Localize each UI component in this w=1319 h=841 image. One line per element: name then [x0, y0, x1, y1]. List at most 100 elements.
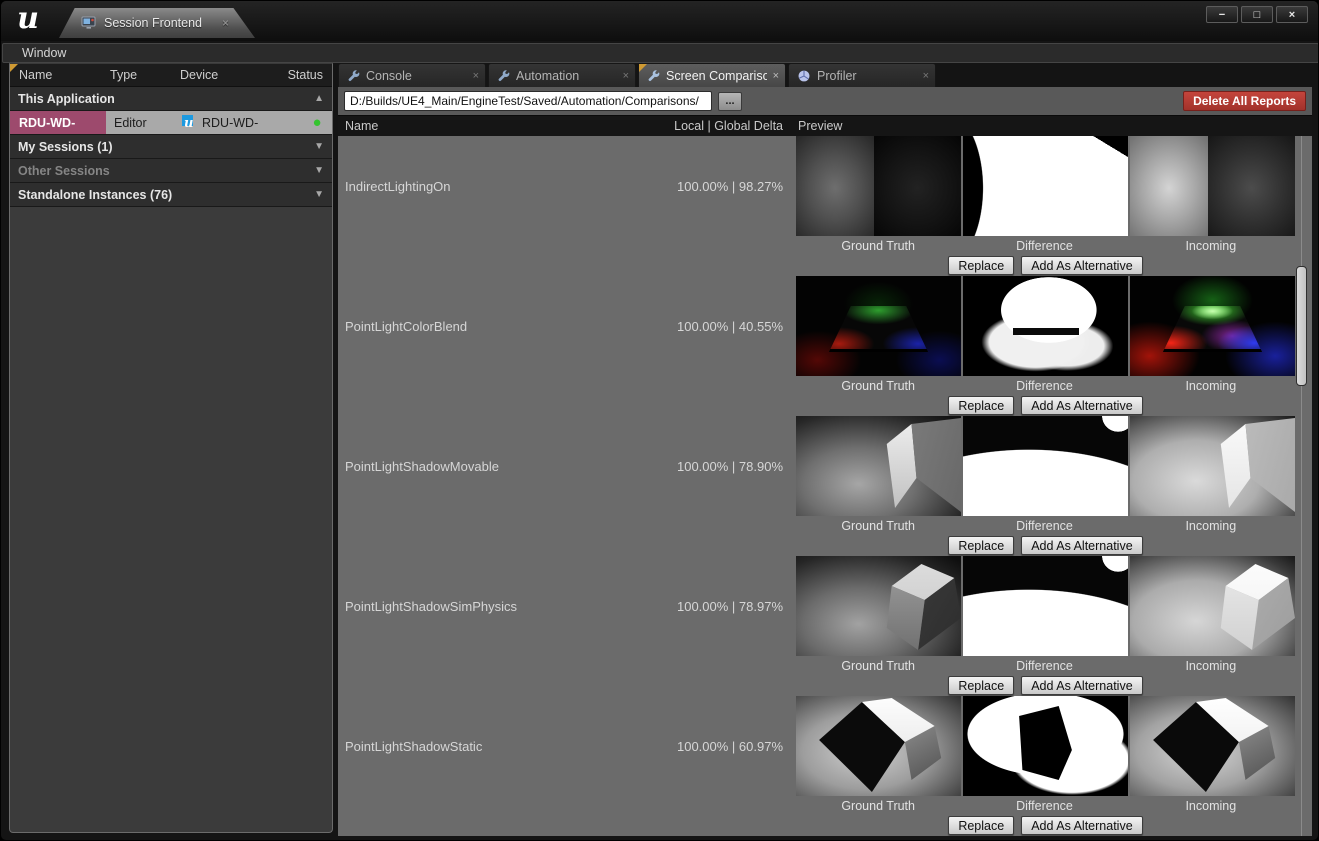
session-type: Editor	[106, 116, 180, 130]
collapse-down-icon[interactable]: ▼	[314, 141, 324, 152]
wrench-icon	[347, 69, 360, 82]
collapse-down-icon[interactable]: ▼	[314, 189, 324, 200]
report-row-pointlightshadowmovable[interactable]: PointLightShadowMovable 100.00% | 78.90%…	[338, 416, 1312, 556]
tab-screen-comparison[interactable]: Screen Comparison ×	[638, 63, 786, 87]
add-as-alternative-button[interactable]: Add As Alternative	[1021, 256, 1142, 275]
window-title: Session Frontend	[104, 16, 202, 30]
difference-image[interactable]	[963, 696, 1128, 796]
group-my-sessions[interactable]: My Sessions (1) ▼	[10, 135, 332, 159]
column-header-name[interactable]: Name	[10, 68, 110, 82]
column-header-name[interactable]: Name	[338, 119, 378, 133]
tab-profiler[interactable]: Profiler ×	[788, 63, 936, 87]
incoming-image[interactable]	[1130, 136, 1295, 236]
add-as-alternative-button[interactable]: Add As Alternative	[1021, 676, 1142, 695]
session-row[interactable]: RDU-WD- Editor u RDU-WD- ●	[10, 111, 332, 135]
preview-art	[829, 306, 928, 352]
replace-button[interactable]: Replace	[948, 396, 1014, 415]
close-icon[interactable]: ×	[773, 70, 779, 82]
group-standalone-instances[interactable]: Standalone Instances (76) ▼	[10, 183, 332, 207]
screen-comparison-panel: Console × Automation × Screen Comparison…	[338, 63, 1312, 841]
session-frontend-window: u Session Frontend × − □ × Window Name T…	[0, 0, 1319, 841]
tab-console[interactable]: Console ×	[338, 63, 486, 87]
session-browser-header: Name Type Device Status	[10, 64, 332, 87]
replace-button[interactable]: Replace	[948, 676, 1014, 695]
ground-truth-image[interactable]	[796, 136, 961, 236]
preview-art	[796, 696, 961, 796]
group-label: Standalone Instances (76)	[18, 188, 172, 202]
tool-tabs: Console × Automation × Screen Comparison…	[338, 63, 1312, 87]
group-this-application[interactable]: This Application ▲	[10, 87, 332, 111]
ground-truth-label: Ground Truth	[796, 376, 960, 393]
preview-block: Ground Truth Difference Incoming Replace…	[796, 696, 1295, 835]
column-header-device[interactable]: Device	[180, 68, 280, 82]
ground-truth-image[interactable]	[796, 696, 961, 796]
incoming-image[interactable]	[1130, 696, 1295, 796]
report-delta: 100.00% | 78.97%	[677, 556, 783, 656]
ground-truth-image[interactable]	[796, 276, 961, 376]
replace-button[interactable]: Replace	[948, 256, 1014, 275]
session-name: RDU-WD-	[10, 111, 106, 134]
collapse-up-icon[interactable]: ▲	[314, 93, 324, 104]
add-as-alternative-button[interactable]: Add As Alternative	[1021, 816, 1142, 835]
delete-all-reports-button[interactable]: Delete All Reports	[1183, 91, 1306, 111]
ground-truth-image[interactable]	[796, 416, 961, 516]
column-header-type[interactable]: Type	[110, 68, 180, 82]
minimize-button[interactable]: −	[1206, 6, 1238, 23]
difference-image[interactable]	[963, 276, 1128, 376]
ground-truth-image[interactable]	[796, 556, 961, 656]
incoming-image[interactable]	[1130, 556, 1295, 656]
comparisons-path-input[interactable]	[344, 91, 712, 111]
session-frontend-icon	[81, 16, 97, 30]
report-list-header: Name Local | Global Delta Preview	[338, 115, 1312, 136]
report-row-indirectlightingon[interactable]: IndirectLightingOn 100.00% | 98.27% Grou…	[338, 136, 1312, 276]
group-other-sessions[interactable]: Other Sessions ▼	[10, 159, 332, 183]
scrollbar-track[interactable]	[1301, 136, 1302, 836]
add-as-alternative-button[interactable]: Add As Alternative	[1021, 536, 1142, 555]
difference-label: Difference	[962, 796, 1126, 813]
tab-label: Automation	[516, 69, 617, 83]
menu-item-window[interactable]: Window	[22, 46, 66, 60]
incoming-label: Incoming	[1129, 376, 1293, 393]
column-header-status[interactable]: Status	[280, 68, 332, 82]
title-bar[interactable]: u Session Frontend × − □ ×	[1, 1, 1318, 41]
window-bottom-edge	[338, 836, 1312, 841]
preview-block: Ground Truth Difference Incoming Replace…	[796, 416, 1295, 555]
session-device-name: RDU-WD-	[202, 116, 258, 130]
report-row-pointlightshadowsimphysics[interactable]: PointLightShadowSimPhysics 100.00% | 78.…	[338, 556, 1312, 696]
close-icon[interactable]: ×	[222, 16, 229, 30]
column-header-preview[interactable]: Preview	[798, 119, 842, 133]
replace-button[interactable]: Replace	[948, 816, 1014, 835]
replace-button[interactable]: Replace	[948, 536, 1014, 555]
tab-automation[interactable]: Automation ×	[488, 63, 636, 87]
incoming-label: Incoming	[1129, 656, 1293, 673]
maximize-button[interactable]: □	[1241, 6, 1273, 23]
report-name: PointLightShadowSimPhysics	[345, 556, 517, 656]
collapse-down-icon[interactable]: ▼	[314, 165, 324, 176]
close-icon[interactable]: ×	[623, 70, 629, 82]
scrollbar-thumb[interactable]	[1296, 266, 1307, 386]
menu-bar: Window	[2, 43, 1319, 63]
profiler-icon	[797, 69, 811, 83]
editor-device-icon: u	[180, 115, 198, 131]
difference-label: Difference	[962, 516, 1126, 533]
close-icon[interactable]: ×	[923, 70, 929, 82]
column-header-delta[interactable]: Local | Global Delta	[674, 119, 783, 133]
session-frontend-tab[interactable]: Session Frontend ×	[59, 8, 255, 38]
report-row-pointlightcolorblend[interactable]: PointLightColorBlend 100.00% | 40.55% Gr…	[338, 276, 1312, 416]
ground-truth-label: Ground Truth	[796, 796, 960, 813]
incoming-image[interactable]	[1130, 416, 1295, 516]
report-row-pointlightshadowstatic[interactable]: PointLightShadowStatic 100.00% | 60.97%	[338, 696, 1312, 836]
report-delta: 100.00% | 40.55%	[677, 276, 783, 376]
difference-image[interactable]	[963, 136, 1128, 236]
close-icon[interactable]: ×	[473, 70, 479, 82]
difference-image[interactable]	[963, 416, 1128, 516]
difference-image[interactable]	[963, 556, 1128, 656]
incoming-image[interactable]	[1130, 276, 1295, 376]
close-button[interactable]: ×	[1276, 6, 1308, 23]
add-as-alternative-button[interactable]: Add As Alternative	[1021, 396, 1142, 415]
ground-truth-label: Ground Truth	[796, 236, 960, 253]
status-online-icon: ●	[312, 115, 321, 130]
report-delta: 100.00% | 78.90%	[677, 416, 783, 516]
report-name: PointLightShadowStatic	[345, 696, 482, 796]
browse-button[interactable]: ...	[718, 92, 742, 111]
